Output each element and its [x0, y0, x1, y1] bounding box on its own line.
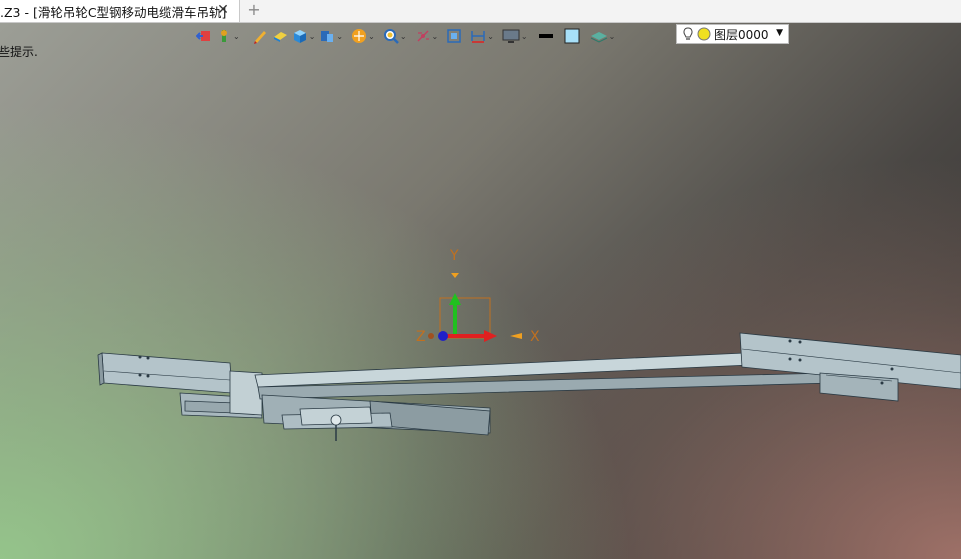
new-tab-button[interactable]: + [246, 2, 262, 18]
x-axis-label: X [530, 329, 540, 345]
close-icon[interactable]: ✕ [216, 3, 230, 17]
y-axis-label: Y [449, 248, 459, 264]
axis-triad[interactable]: Y X Z [416, 248, 540, 345]
document-tab[interactable]: .Z3 - [滑轮吊轮C型钢移动电缆滑车吊轨] ✕ [0, 0, 240, 22]
tab-title: .Z3 - [滑轮吊轮C型钢移动电缆滑车吊轨] [0, 4, 227, 20]
left-end-beam [101, 352, 233, 394]
z-axis-label: Z [416, 329, 426, 345]
z-axis-marker [438, 331, 448, 341]
tab-bar: .Z3 - [滑轮吊轮C型钢移动电缆滑车吊轨] ✕ + [0, 0, 961, 23]
3d-model[interactable]: Y X Z [0, 23, 961, 559]
3d-viewport[interactable]: 些提示. ⌄ ⌄ ⌄ ⌄ ⌄ ⌄ ⌄ ⌄ ⌄ 图层0000 ▼ Y X Z [0, 23, 961, 559]
